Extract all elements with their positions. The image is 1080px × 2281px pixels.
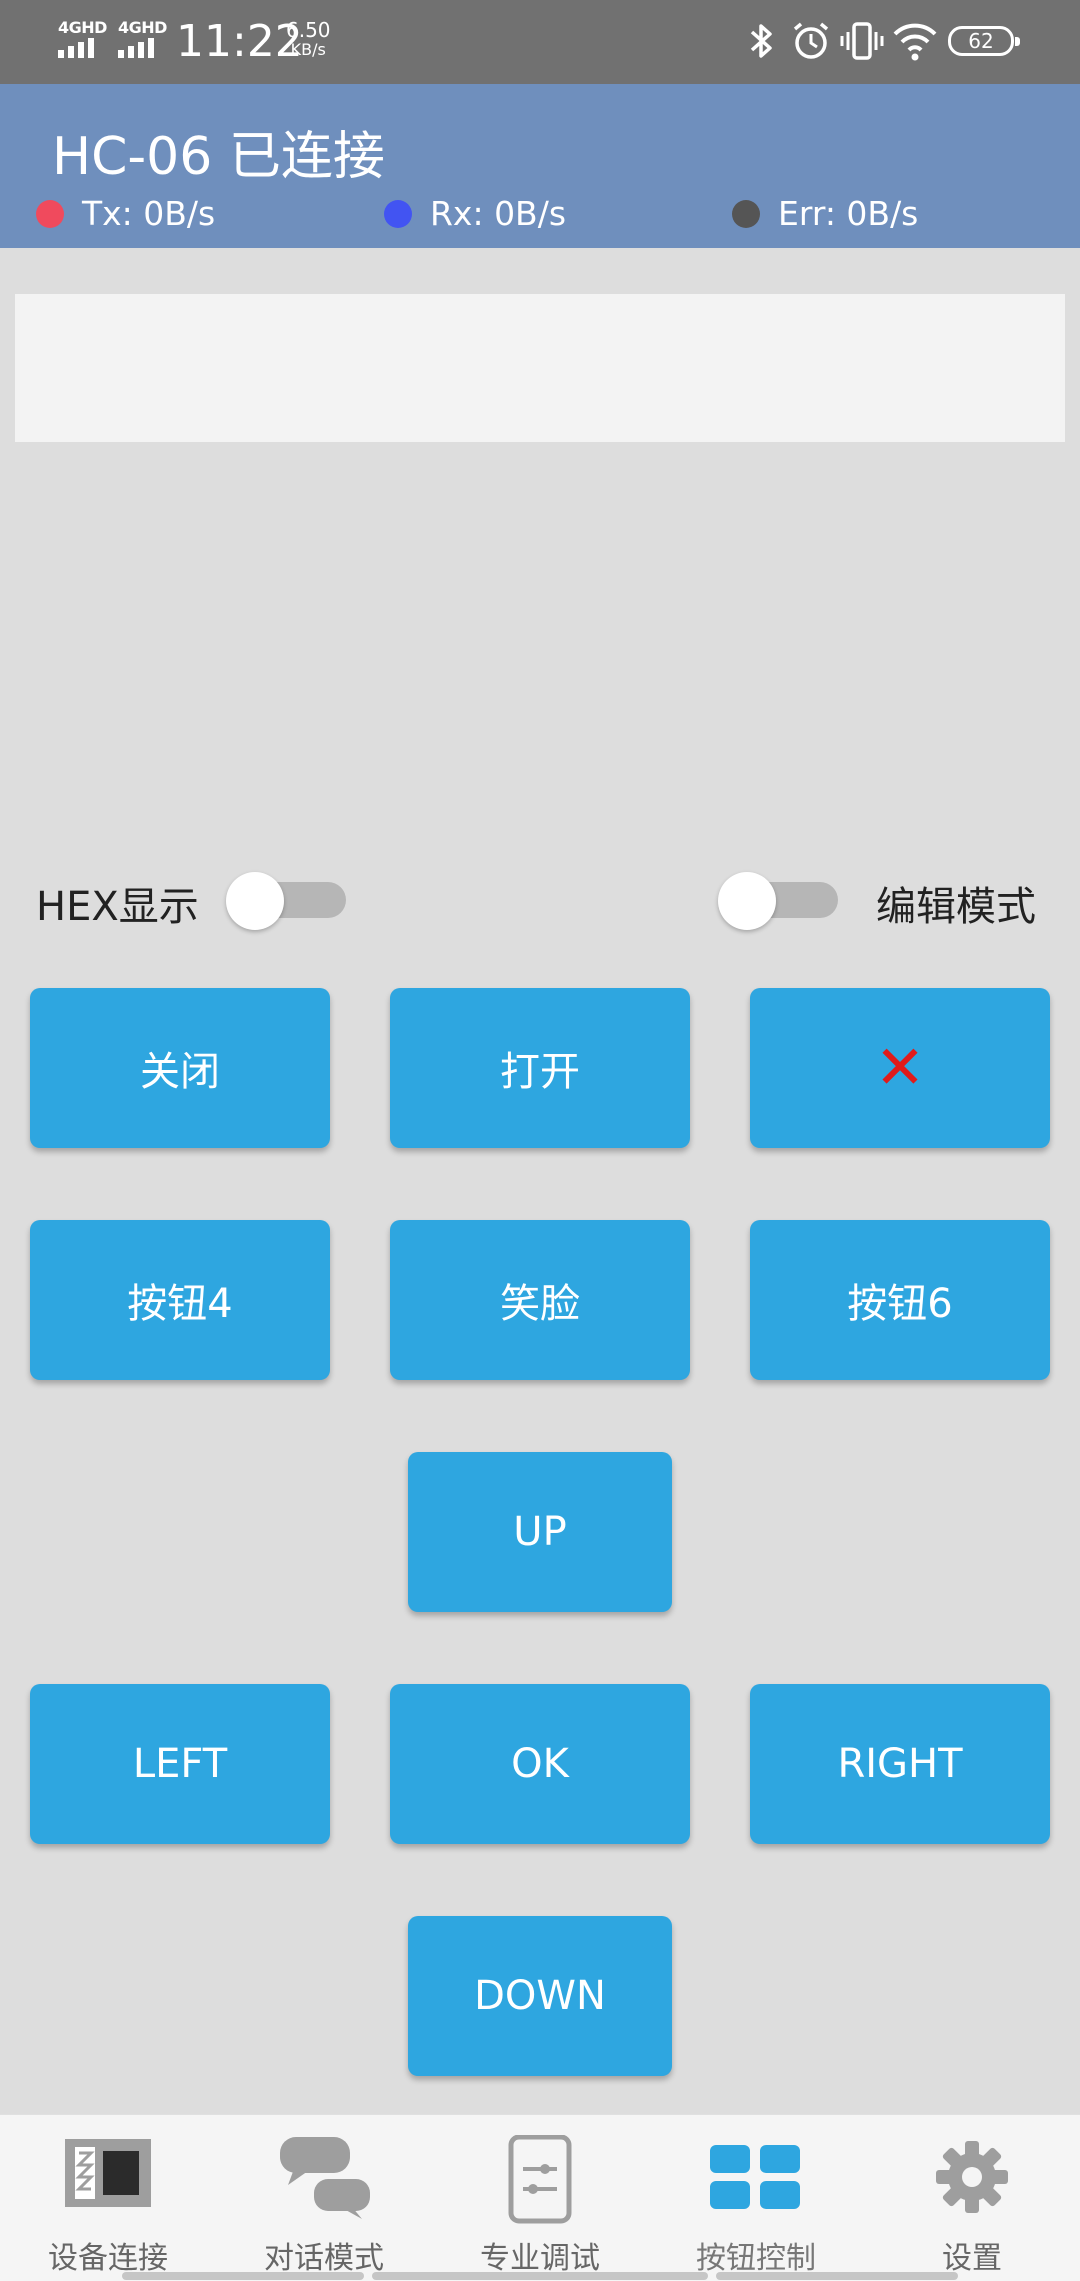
status-time: 11:22: [176, 16, 303, 67]
nav-label: 对话模式: [264, 2241, 384, 2276]
tx-dot-icon: [36, 199, 64, 228]
nav-label: 专业调试: [480, 2241, 600, 2276]
nav-label: 设置: [942, 2241, 1002, 2276]
slider-icon: [508, 2135, 572, 2224]
rx-stat: Rx: 0B/s: [384, 194, 566, 233]
battery-level: 62: [968, 29, 994, 53]
hex-display-switch[interactable]: [226, 872, 346, 930]
button-6[interactable]: 按钮6: [750, 1220, 1050, 1380]
bluetooth-icon: [750, 24, 772, 58]
edit-mode-switch[interactable]: [718, 872, 838, 930]
err-stat: Err: 0B/s: [732, 194, 918, 233]
nav-chat-mode[interactable]: 对话模式: [216, 2115, 432, 2281]
nav-label: 设备连接: [48, 2241, 168, 2276]
tx-label: Tx: 0B/s: [82, 194, 216, 233]
alarm-icon: [793, 22, 829, 59]
left-button[interactable]: LEFT: [30, 1684, 330, 1844]
smile-button[interactable]: 笑脸: [390, 1220, 690, 1380]
home-indicator: [716, 2272, 958, 2280]
close-icon: ✕: [874, 1033, 926, 1103]
nav-label: 按钮控制: [696, 2241, 816, 2276]
open-button[interactable]: 打开: [390, 988, 690, 1148]
nav-button-control[interactable]: 按钮控制: [648, 2115, 864, 2281]
right-button[interactable]: RIGHT: [750, 1684, 1050, 1844]
connection-header: HC-06 已连接 Tx: 0B/s Rx: 0B/s Err: 0B/s: [0, 84, 1080, 248]
nav-settings[interactable]: 设置: [864, 2115, 1080, 2281]
sim2-label: 4GHD: [118, 18, 167, 37]
err-label: Err: 0B/s: [778, 194, 919, 233]
down-button[interactable]: DOWN: [408, 1916, 672, 2076]
sim1-label: 4GHD: [58, 18, 107, 37]
rx-label: Rx: 0B/s: [430, 194, 567, 233]
err-dot-icon: [732, 199, 760, 228]
chat-icon: [280, 2137, 370, 2219]
device-title: HC-06 已连接: [52, 127, 385, 187]
gear-icon: [936, 2141, 1008, 2213]
button-4[interactable]: 按钮4: [30, 1220, 330, 1380]
vibrate-icon: [840, 22, 884, 60]
edit-mode-label: 编辑模式: [876, 884, 1036, 930]
rx-dot-icon: [384, 199, 412, 228]
tx-stat: Tx: 0B/s: [36, 194, 215, 233]
speed-value: 6.50: [286, 18, 331, 42]
hex-display-label: HEX显示: [36, 884, 199, 930]
home-indicator: [122, 2272, 364, 2280]
home-indicator: [372, 2272, 708, 2280]
network-speed: 6.50 KB/s: [286, 20, 331, 60]
battery-icon: 62: [948, 26, 1020, 56]
cancel-button[interactable]: ✕: [750, 988, 1050, 1148]
grid-icon: [710, 2145, 800, 2209]
ok-button[interactable]: OK: [390, 1684, 690, 1844]
signal-sim2-icon: 4GHD: [118, 18, 170, 58]
signal-sim1-icon: 4GHD: [58, 18, 110, 58]
close-button[interactable]: 关闭: [30, 988, 330, 1148]
receive-display[interactable]: [15, 294, 1065, 442]
speed-unit: KB/s: [290, 40, 326, 59]
device-icon: [65, 2139, 151, 2207]
up-button[interactable]: UP: [408, 1452, 672, 1612]
status-bar: 4GHD 4GHD 11:22 6.50 KB/s 62: [0, 0, 1080, 84]
wifi-icon: [893, 23, 937, 61]
nav-device-connect[interactable]: 设备连接: [0, 2115, 216, 2281]
nav-pro-debug[interactable]: 专业调试: [432, 2115, 648, 2281]
bottom-navigation: 设备连接 对话模式 专业调试 按钮控制 设置: [0, 2114, 1080, 2281]
